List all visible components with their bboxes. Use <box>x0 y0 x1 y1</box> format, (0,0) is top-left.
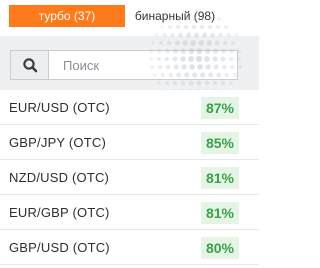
search-box <box>10 50 238 80</box>
tab-binary[interactable]: бинарный (98) <box>125 5 225 27</box>
asset-name: EUR/GBP (OTC) <box>9 205 110 220</box>
payout-badge: 81% <box>200 167 239 189</box>
payout-badge: 80% <box>200 237 239 259</box>
payout-badge: 87% <box>200 97 239 119</box>
asset-row[interactable]: EUR/USD (OTC) 87% <box>0 90 259 125</box>
payout-badge: 81% <box>200 202 239 224</box>
search-icon <box>23 58 38 73</box>
asset-name: EUR/USD (OTC) <box>9 100 110 115</box>
asset-row[interactable]: NZD/USD (OTC) 81% <box>0 160 259 195</box>
payout-badge: 85% <box>200 132 239 154</box>
asset-row[interactable]: EUR/GBP (OTC) 81% <box>0 195 259 230</box>
asset-name: GBP/JPY (OTC) <box>9 135 106 150</box>
asset-row[interactable]: GBP/USD (OTC) 80% <box>0 230 259 265</box>
asset-row[interactable]: GBP/JPY (OTC) 85% <box>0 125 259 160</box>
asset-name: GBP/USD (OTC) <box>9 240 110 255</box>
tab-turbo[interactable]: турбо (37) <box>9 5 125 27</box>
asset-list: EUR/USD (OTC) 87% GBP/JPY (OTC) 85% NZD/USD … <box>0 90 259 265</box>
search-area <box>0 36 259 90</box>
asset-panel: турбо (37) бинарный (98) EUR/USD (OTC) 87… <box>0 0 259 268</box>
asset-name: NZD/USD (OTC) <box>9 170 110 185</box>
search-button[interactable] <box>11 51 49 79</box>
search-input[interactable] <box>50 51 237 79</box>
tabs-bar: турбо (37) бинарный (98) <box>0 0 259 34</box>
